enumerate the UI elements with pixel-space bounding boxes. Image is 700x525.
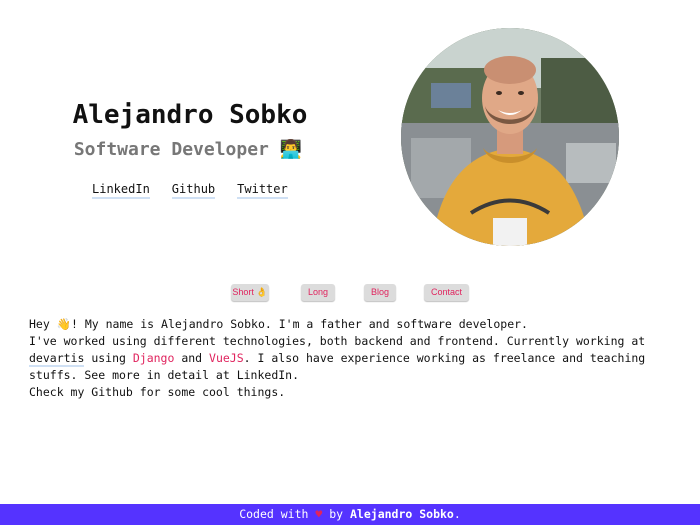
vuejs-tech: VueJS xyxy=(209,351,244,365)
twitter-link[interactable]: Twitter xyxy=(237,182,288,199)
linkedin-link[interactable]: LinkedIn xyxy=(92,182,150,199)
profile-photo-image xyxy=(401,28,619,246)
bio-line: devartis using Django and VueJS. I also … xyxy=(29,350,669,367)
footer-text: Coded with xyxy=(239,507,316,521)
bio-line: Check my Github for some cool things. xyxy=(29,385,286,399)
github-link[interactable]: Github xyxy=(171,182,216,199)
hero-section: Alejandro Sobko Software Developer 👨‍💻 L… xyxy=(0,0,700,270)
devartis-link[interactable]: devartis xyxy=(29,351,85,367)
footer-author: Alejandro Sobko xyxy=(350,507,454,521)
bio-line: I've worked using different technologies… xyxy=(29,334,646,348)
bio-text: using xyxy=(84,351,133,365)
django-tech: Django xyxy=(132,351,175,365)
bio-text: and xyxy=(174,351,210,365)
bio-text: . I also have experience working as free… xyxy=(243,351,646,365)
bio-line: Hey 👋! My name is Alejandro Sobko. I'm a… xyxy=(29,317,528,331)
tab-short[interactable]: Short 👌 xyxy=(231,284,269,301)
bio-section: Hey 👋! My name is Alejandro Sobko. I'm a… xyxy=(29,316,669,401)
social-links: LinkedIn Github Twitter xyxy=(92,182,288,199)
profile-photo xyxy=(401,28,619,246)
tab-long[interactable]: Long xyxy=(301,284,335,301)
bio-line: stuffs. See more in detail at LinkedIn. xyxy=(29,368,300,382)
footer-text: by xyxy=(322,507,350,521)
tab-blog[interactable]: Blog xyxy=(364,284,396,301)
content-tabs: Short 👌 Long Blog Contact xyxy=(0,284,700,302)
profile-role: Software Developer 👨‍💻 xyxy=(73,139,303,160)
footer-text: . xyxy=(453,507,461,521)
profile-name: Alejandro Sobko xyxy=(72,100,308,130)
footer: Coded with ♥ by Alejandro Sobko. xyxy=(0,504,700,525)
tab-contact[interactable]: Contact xyxy=(424,284,469,301)
